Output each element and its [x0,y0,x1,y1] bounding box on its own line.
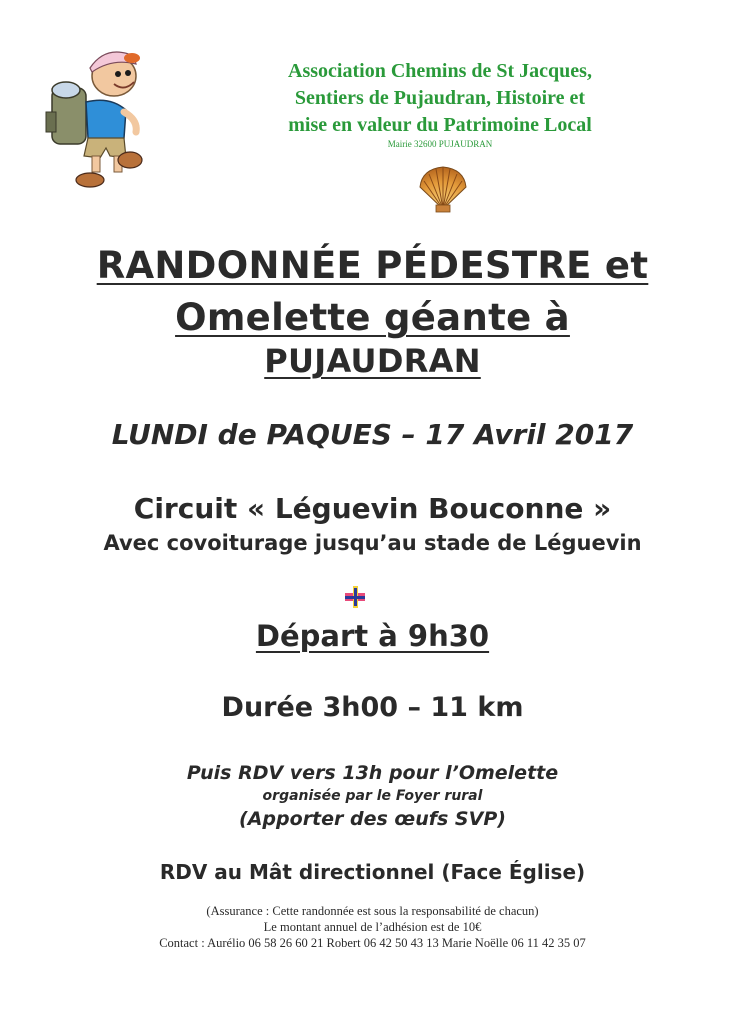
title-line3: PUJAUDRAN [264,342,481,380]
title-line1: RANDONNÉE PÉDESTRE et [96,244,649,287]
departure-time: Départ à 9h30 [255,619,490,653]
covoiturage-info: Avec covoiturage jusqu’au stade de Légue… [103,531,642,555]
association-name-line2: Sentiers de Pujaudran, Histoire et [294,87,586,109]
association-name-line1: Association Chemins de St Jacques, [288,60,592,82]
omelette-rdv: Puis RDV vers 13h pour l’Omelette [186,762,559,784]
scallop-shell-icon [419,166,467,213]
hiker-illustration [45,51,143,188]
organizer-note: organisée par le Foyer rural [262,788,483,804]
event-date: LUNDI de PAQUES – 17 Avril 2017 [111,418,634,451]
circuit-name: Circuit « Léguevin Bouconne » [133,492,612,525]
meeting-point: RDV au Mât directionnel (Face Église) [159,860,586,884]
colored-cross-icon [345,586,365,608]
mairie-address: Mairie 32600 PUJAUDRAN [387,139,493,149]
contact-info: Contact : Aurélio 06 58 26 60 21 Robert … [159,936,586,950]
duration-distance: Durée 3h00 – 11 km [221,692,524,723]
insurance-note: (Assurance : Cette randonnée est sous la… [206,904,539,918]
association-name-line3: mise en valeur du Patrimoine Local [288,114,592,136]
membership-fee: Le montant annuel de l’adhésion est de 1… [263,920,482,934]
bring-eggs-note: (Apporter des œufs SVP) [239,808,506,830]
title-line2: Omelette géante à [175,296,570,339]
